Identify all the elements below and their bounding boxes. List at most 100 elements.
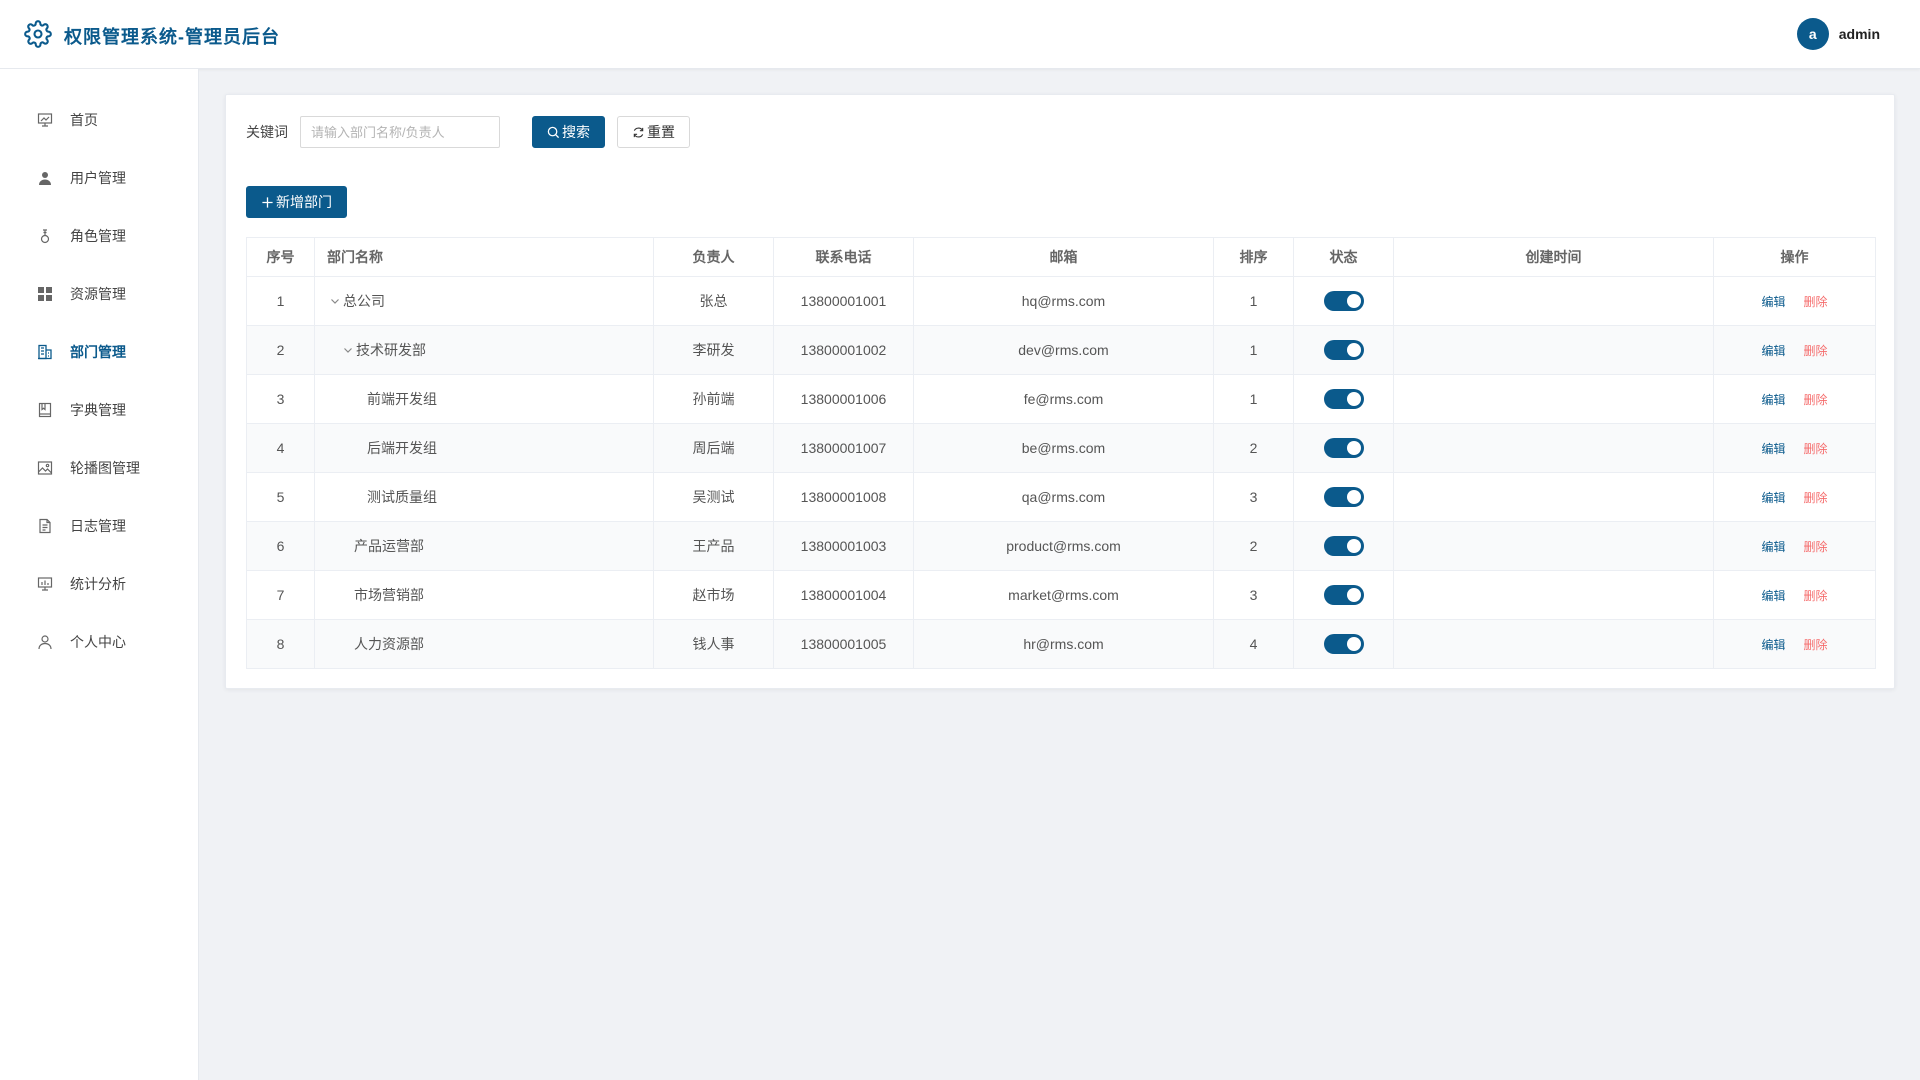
column-header-index: 序号 — [246, 237, 315, 277]
delete-link[interactable]: 删除 — [1804, 393, 1828, 407]
cell-phone: 13800001002 — [773, 325, 914, 375]
column-header-status: 状态 — [1293, 237, 1394, 277]
cell-email: dev@rms.com — [913, 325, 1214, 375]
cell-index: 2 — [246, 325, 315, 375]
reset-button[interactable]: 重置 — [617, 116, 690, 148]
status-toggle[interactable] — [1323, 487, 1364, 507]
edit-link[interactable]: 编辑 — [1761, 589, 1785, 603]
cell-name: 产品运营部 — [314, 521, 654, 571]
cell-phone: 13800001007 — [773, 423, 914, 473]
sidebar-item-logs[interactable]: 日志管理 — [0, 497, 198, 555]
sidebar-item-label: 用户管理 — [70, 170, 126, 186]
cell-status — [1293, 374, 1394, 424]
chevron-down-icon[interactable] — [342, 343, 354, 355]
edit-link[interactable]: 编辑 — [1761, 491, 1785, 505]
table-row: 3 前端开发组 孙前端 13800001006 fe@rms.com 1 编辑 删除 — [246, 374, 1876, 424]
search-button[interactable]: 搜索 — [532, 116, 605, 148]
sidebar-item-resources[interactable]: 资源管理 — [0, 265, 198, 323]
app-title: 权限管理系统-管理员后台 — [64, 26, 280, 47]
keyword-label: 关键词 — [246, 124, 288, 140]
cell-actions: 编辑 删除 — [1713, 521, 1876, 571]
cell-actions: 编辑 删除 — [1713, 325, 1876, 375]
cell-leader: 吴测试 — [653, 472, 774, 522]
cell-leader: 李研发 — [653, 325, 774, 375]
delete-link[interactable]: 删除 — [1804, 442, 1828, 456]
edit-link[interactable]: 编辑 — [1761, 393, 1785, 407]
cell-status — [1293, 472, 1394, 522]
sidebar-item-label: 日志管理 — [70, 518, 126, 534]
delete-link[interactable]: 删除 — [1804, 344, 1828, 358]
cell-created — [1393, 276, 1714, 326]
cell-actions: 编辑 删除 — [1713, 619, 1876, 669]
cell-created — [1393, 325, 1714, 375]
search-button-label: 搜索 — [562, 124, 590, 140]
table-row: 2 技术研发部 李研发 13800001002 dev@rms.com 1 编辑 删除 — [246, 325, 1876, 375]
cell-sort: 3 — [1213, 472, 1294, 522]
table-row: 6 产品运营部 王产品 13800001003 product@rms.com 2 编辑 删除 — [246, 521, 1876, 571]
user-menu[interactable]: a admin — [1796, 18, 1880, 50]
delete-link[interactable]: 删除 — [1804, 295, 1828, 309]
username[interactable]: admin — [1839, 26, 1880, 42]
table-row: 1 总公司 张总 13800001001 hq@rms.com 1 编辑 删除 — [246, 276, 1876, 326]
column-header-leader: 负责人 — [653, 237, 774, 277]
status-toggle[interactable] — [1323, 438, 1364, 458]
add-department-button[interactable]: 新增部门 — [246, 186, 347, 218]
cell-actions: 编辑 删除 — [1713, 276, 1876, 326]
delete-link[interactable]: 删除 — [1804, 589, 1828, 603]
table-row: 4 后端开发组 周后端 13800001007 be@rms.com 2 编辑 删除 — [246, 423, 1876, 473]
edit-link[interactable]: 编辑 — [1761, 344, 1785, 358]
cell-status — [1293, 570, 1394, 620]
sidebar-item-dictionary[interactable]: 字典管理 — [0, 381, 198, 439]
chart-icon — [36, 575, 54, 593]
sidebar-item-users[interactable]: 用户管理 — [0, 149, 198, 207]
chevron-down-icon[interactable] — [329, 294, 341, 306]
column-header-actions: 操作 — [1713, 237, 1876, 277]
sidebar-item-departments[interactable]: 部门管理 — [0, 323, 198, 381]
table-row: 7 市场营销部 赵市场 13800001004 market@rms.com 3 编辑 删除 — [246, 570, 1876, 620]
cell-email: hr@rms.com — [913, 619, 1214, 669]
sidebar-item-home[interactable]: 首页 — [0, 91, 198, 149]
keyword-input[interactable] — [300, 116, 500, 148]
cell-actions: 编辑 删除 — [1713, 472, 1876, 522]
department-name: 市场营销部 — [354, 587, 424, 603]
sidebar-item-carousel[interactable]: 轮播图管理 — [0, 439, 198, 497]
plus-icon — [261, 196, 274, 209]
department-name: 总公司 — [343, 293, 385, 309]
edit-link[interactable]: 编辑 — [1761, 295, 1785, 309]
status-toggle[interactable] — [1323, 536, 1364, 556]
delete-link[interactable]: 删除 — [1804, 638, 1828, 652]
cell-created — [1393, 472, 1714, 522]
status-toggle[interactable] — [1323, 340, 1364, 360]
sidebar-item-statistics[interactable]: 统计分析 — [0, 555, 198, 613]
column-header-phone: 联系电话 — [773, 237, 914, 277]
cell-created — [1393, 619, 1714, 669]
document-icon — [36, 517, 54, 535]
cell-sort: 2 — [1213, 521, 1294, 571]
sidebar-item-roles[interactable]: 角色管理 — [0, 207, 198, 265]
sidebar-item-label: 部门管理 — [70, 344, 126, 360]
table-row: 8 人力资源部 钱人事 13800001005 hr@rms.com 4 编辑 删除 — [246, 619, 1876, 669]
cell-leader: 周后端 — [653, 423, 774, 473]
cell-index: 3 — [246, 374, 315, 424]
cell-index: 1 — [246, 276, 315, 326]
building-icon — [36, 343, 54, 361]
delete-link[interactable]: 删除 — [1804, 491, 1828, 505]
edit-link[interactable]: 编辑 — [1761, 442, 1785, 456]
cell-phone: 13800001001 — [773, 276, 914, 326]
status-toggle[interactable] — [1323, 634, 1364, 654]
avatar[interactable]: a — [1796, 18, 1829, 50]
delete-link[interactable]: 删除 — [1804, 540, 1828, 554]
column-header-name: 部门名称 — [314, 237, 654, 277]
status-toggle[interactable] — [1323, 291, 1364, 311]
department-name: 产品运营部 — [354, 538, 424, 554]
top-header: 权限管理系统-管理员后台 a admin — [0, 0, 1920, 69]
book-icon — [36, 401, 54, 419]
status-toggle[interactable] — [1323, 389, 1364, 409]
sidebar-item-profile[interactable]: 个人中心 — [0, 613, 198, 671]
edit-link[interactable]: 编辑 — [1761, 540, 1785, 554]
edit-link[interactable]: 编辑 — [1761, 638, 1785, 652]
cell-sort: 4 — [1213, 619, 1294, 669]
cell-actions: 编辑 删除 — [1713, 374, 1876, 424]
cell-sort: 3 — [1213, 570, 1294, 620]
status-toggle[interactable] — [1323, 585, 1364, 605]
